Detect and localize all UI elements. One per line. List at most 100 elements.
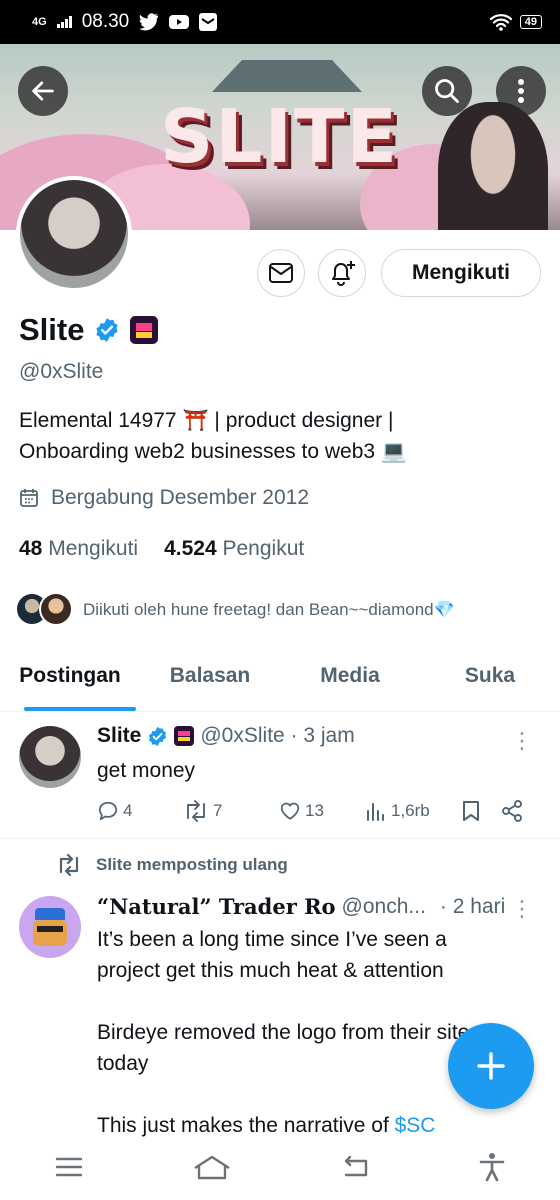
tab-suka[interactable]: Suka	[420, 646, 560, 711]
reply-button[interactable]: 4	[97, 800, 183, 822]
bookmark-icon	[463, 801, 479, 821]
home-icon	[194, 1155, 230, 1179]
temple-illustration	[212, 60, 362, 92]
views-icon	[367, 803, 384, 821]
repost-context-text: Slite memposting ulang	[96, 855, 288, 874]
repost-icon	[187, 800, 205, 822]
bio-line: Elemental 14977 ⛩️ | product designer |	[19, 409, 394, 432]
status-bar: 4G 08.30 49	[0, 0, 560, 44]
reply-count: 4	[123, 801, 133, 820]
bookmark-button[interactable]	[461, 800, 501, 822]
followed-by-row[interactable]: Diikuti oleh hune freetag! dan Bean~~dia…	[15, 592, 455, 628]
profile-name: Slite	[19, 312, 85, 347]
verified-badge-icon	[149, 726, 167, 746]
followed-by-text: Diikuti oleh hune freetag! dan Bean~~dia…	[83, 600, 455, 619]
menu-icon	[55, 1157, 83, 1176]
like-icon	[280, 802, 300, 820]
following-label: Mengikuti	[48, 537, 139, 560]
views-count: 1,6rb	[391, 801, 430, 820]
plus-icon	[477, 1052, 505, 1080]
followers-label: Pengikut	[222, 537, 305, 560]
post-author-name[interactable]: Slite	[97, 724, 141, 748]
like-count: 13	[305, 801, 324, 820]
following-button[interactable]: Mengikuti	[381, 249, 541, 297]
search-button[interactable]	[422, 66, 472, 116]
post-text-line: It’s been a long time since I’ve seen a	[97, 928, 447, 951]
post-text-prefix: This just makes the narrative of	[97, 1114, 395, 1137]
post-text-line: project get this much heat & attention	[97, 959, 444, 982]
post-more-icon[interactable]: ⋮	[511, 898, 533, 920]
tab-postingan[interactable]: Postingan	[0, 646, 140, 711]
profile-avatar[interactable]	[16, 176, 132, 292]
compose-button[interactable]	[448, 1023, 534, 1109]
followed-by-avatars	[15, 592, 73, 628]
followers-count: 4.524	[164, 537, 217, 560]
repost-icon	[59, 854, 79, 876]
avatar	[39, 592, 73, 626]
repost-context: Slite memposting ulang	[56, 854, 288, 876]
post-handle: @onch...	[341, 894, 426, 918]
back-button[interactable]	[18, 66, 68, 116]
more-options-button[interactable]	[496, 66, 546, 116]
search-icon	[435, 79, 459, 103]
post-author-name[interactable]: “Natural” Trader Ro	[97, 894, 336, 919]
repost-count: 7	[213, 801, 223, 820]
message-button[interactable]	[257, 249, 305, 297]
more-icon	[518, 79, 524, 103]
wifi-icon	[489, 14, 512, 31]
tab-balasan[interactable]: Balasan	[140, 646, 280, 711]
signal-icon	[56, 16, 72, 28]
follow-stats: 48 Mengikuti 4.524 Pengikut	[19, 537, 304, 561]
home-button[interactable]	[192, 1154, 232, 1185]
banner-title: SLITE	[160, 94, 400, 180]
share-button[interactable]	[501, 800, 523, 822]
post-author-avatar[interactable]	[19, 896, 81, 958]
back-icon	[344, 1155, 368, 1176]
views-button[interactable]: 1,6rb	[365, 800, 461, 822]
verified-badge-icon	[96, 318, 119, 342]
affiliate-badge-icon	[130, 316, 159, 344]
back-nav-button[interactable]	[340, 1155, 370, 1184]
share-icon	[502, 800, 522, 822]
post-actions: 4 7 13 1,6rb	[97, 796, 537, 826]
reply-icon	[98, 801, 118, 821]
following-link[interactable]: 48 Mengikuti	[19, 537, 138, 561]
profile-handle: @0xSlite	[19, 360, 104, 383]
post-author-avatar[interactable]	[19, 726, 81, 788]
menu-button[interactable]	[54, 1156, 84, 1183]
post-time: · 2 hari	[439, 894, 506, 918]
battery-indicator: 49	[519, 15, 542, 29]
join-date: Bergabung Desember 2012	[19, 486, 309, 510]
message-icon	[269, 263, 293, 283]
character-illustration	[438, 102, 548, 230]
join-date-text: Bergabung Desember 2012	[51, 486, 310, 509]
profile-tabs: Postingan Balasan Media Suka	[0, 646, 560, 712]
cashtag-link[interactable]: $SC	[395, 1114, 436, 1137]
post-divider	[0, 838, 560, 839]
post-header: “Natural” Trader Ro @onch... · 2 hari	[97, 894, 505, 919]
post-text-line: This just makes the narrative of $SC	[97, 1110, 542, 1141]
clock: 08.30	[81, 11, 130, 32]
twitter-notification-icon	[139, 13, 159, 31]
post-more-icon[interactable]: ⋮	[511, 730, 533, 752]
back-arrow-icon	[32, 81, 54, 101]
post-text: get money	[97, 759, 196, 782]
following-count: 48	[19, 537, 43, 560]
like-button[interactable]: 13	[279, 800, 365, 822]
profile-name-row: Slite	[19, 312, 159, 348]
youtube-notification-icon	[169, 15, 190, 29]
accessibility-icon	[479, 1152, 505, 1181]
post-handle-time: @0xSlite · 3 jam	[200, 724, 355, 747]
bell-plus-icon	[332, 261, 355, 286]
accessibility-button[interactable]	[478, 1152, 506, 1187]
bio-line: Onboarding web2 businesses to web3 💻	[19, 440, 408, 463]
active-tab-indicator	[24, 707, 136, 711]
network-indicator: 4G	[32, 15, 47, 28]
repost-button[interactable]: 7	[183, 800, 279, 822]
tab-media[interactable]: Media	[280, 646, 420, 711]
followers-link[interactable]: 4.524 Pengikut	[164, 537, 304, 561]
post-header: Slite @0xSlite · 3 jam	[97, 724, 355, 748]
notification-button[interactable]	[318, 249, 366, 297]
affiliate-badge-icon	[174, 726, 195, 746]
mail-notification-icon	[199, 13, 218, 31]
